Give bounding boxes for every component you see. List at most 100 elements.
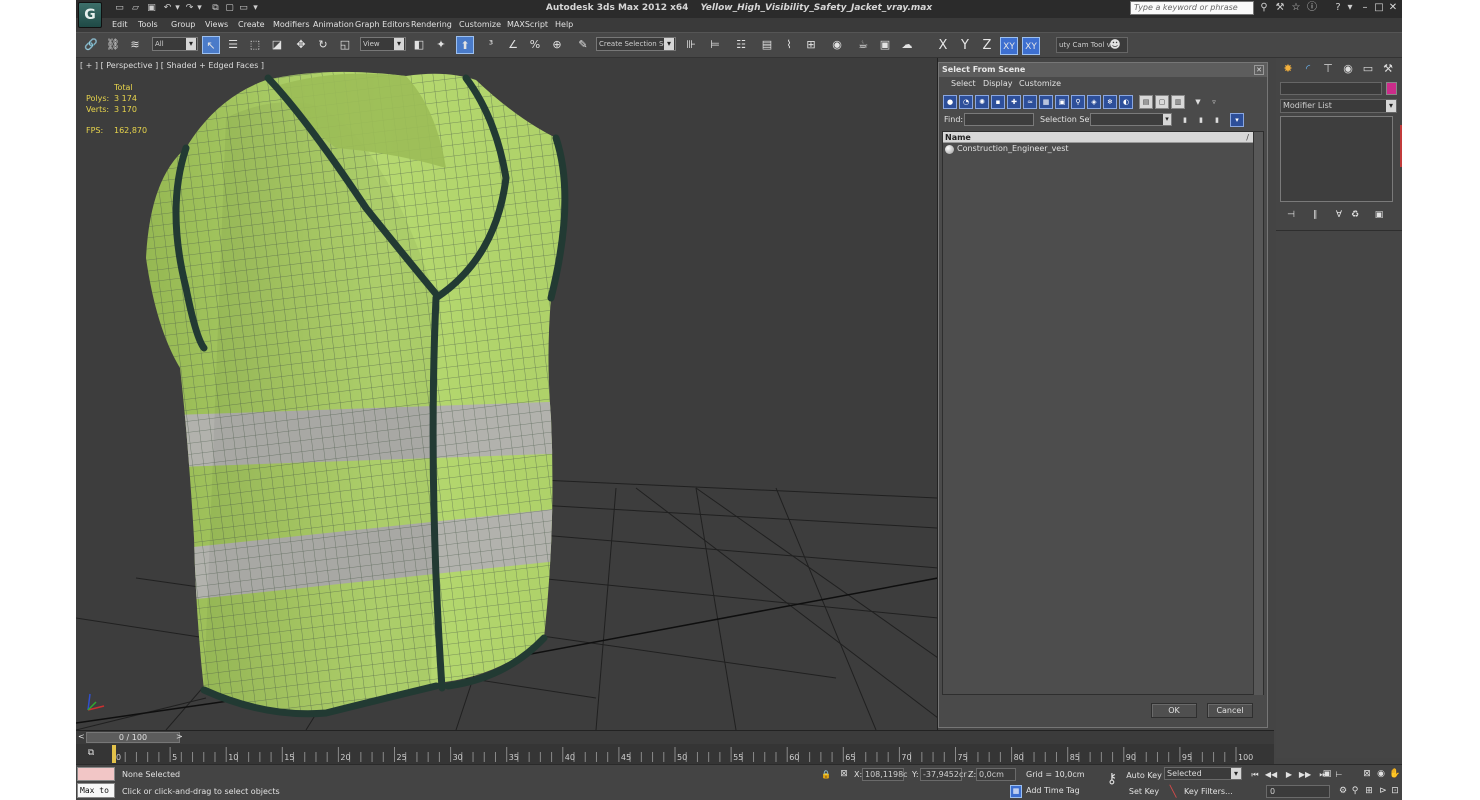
viewport-label[interactable]: [ + ] [ Perspective ] [ Shaded + Edged F…	[80, 61, 264, 70]
axis-xy-cycle-button[interactable]: XY	[1022, 37, 1040, 55]
filter-cameras-icon[interactable]: ▪	[991, 95, 1005, 109]
z-coordinate-field[interactable]: 0,0cm	[976, 768, 1016, 781]
filter-options-icon[interactable]: ▿	[1207, 95, 1221, 109]
redo-dropdown-icon[interactable]: ▾	[194, 3, 205, 14]
minimize-button[interactable]: –	[1358, 2, 1372, 14]
zoom-all-icon[interactable]: ⊞	[1362, 785, 1376, 798]
filter-funnel-icon[interactable]: ▼	[1191, 95, 1205, 109]
ok-button[interactable]: OK	[1151, 703, 1197, 718]
menu-edit[interactable]: Edit	[112, 19, 128, 30]
key-mode-toggle-icon[interactable]: ⊢	[1332, 768, 1346, 781]
make-unique-icon[interactable]: ∀	[1332, 208, 1346, 222]
filter-containers-icon[interactable]: ◈	[1087, 95, 1101, 109]
app-logo-button[interactable]: G	[78, 2, 102, 28]
rendered-frame-window-icon[interactable]: ▣	[876, 36, 894, 54]
axis-z-button[interactable]: Z	[978, 37, 996, 55]
fetch-icon[interactable]: ▢	[224, 3, 235, 14]
menu-customize[interactable]: Customize	[459, 19, 501, 30]
filter-bones-icon[interactable]: ⚲	[1071, 95, 1085, 109]
select-all-icon[interactable]: ▤	[1139, 95, 1153, 109]
object-name-field[interactable]	[1280, 82, 1382, 95]
current-frame-field[interactable]: 0	[1266, 785, 1330, 798]
modifier-stack[interactable]	[1280, 116, 1393, 202]
configure-modifier-sets-icon[interactable]: ▣	[1372, 208, 1386, 222]
key-mode-dropdown[interactable]: Selected	[1164, 767, 1242, 780]
remove-modifier-icon[interactable]: ♻	[1348, 208, 1362, 222]
render-production-icon[interactable]: ☁	[898, 36, 916, 54]
track-bar[interactable]: ⧉ 0 5 10 15 20 25 30 35 40 45 50 55 60 65 70 75 80 85 90 95…	[76, 744, 1274, 764]
select-and-manipulate-icon[interactable]: ✦	[432, 36, 450, 54]
filter-frozen-icon[interactable]: ❄	[1103, 95, 1117, 109]
select-and-rotate-icon[interactable]: ↻	[314, 36, 332, 54]
previous-frame-icon[interactable]: ◀◀	[1264, 768, 1278, 781]
select-by-name-icon[interactable]: ☰	[224, 36, 242, 54]
maximize-button[interactable]: □	[1372, 2, 1386, 14]
graphite-toggle-icon[interactable]: ▤	[758, 36, 776, 54]
axis-y-button[interactable]: Y	[956, 37, 974, 55]
dialog-menu-customize[interactable]: Customize	[1019, 79, 1061, 88]
scene-object-list[interactable]: Name / Construction_Engineer_vest	[942, 131, 1264, 695]
filter-helpers-icon[interactable]: ✚	[1007, 95, 1021, 109]
hierarchy-tab-icon[interactable]: ⊤	[1320, 61, 1336, 77]
sel-set-highlight-icon[interactable]: ▮	[1210, 113, 1224, 127]
select-invert-icon[interactable]: ▥	[1171, 95, 1185, 109]
time-slider[interactable]: 0 / 100	[86, 732, 180, 743]
skull-tool-icon[interactable]: ☻	[1106, 36, 1124, 54]
help-icon[interactable]: ?	[1332, 2, 1344, 14]
hold-icon[interactable]: ⧉	[210, 3, 221, 14]
reference-coordinate-dropdown[interactable]: View	[360, 37, 406, 51]
select-and-link-icon[interactable]: 🔗	[82, 36, 100, 54]
dialog-menu-display[interactable]: Display	[983, 79, 1013, 88]
menu-modifiers[interactable]: Modifiers	[273, 19, 310, 30]
menu-rendering[interactable]: Rendering	[411, 19, 452, 30]
binoculars-icon[interactable]: ⚲	[1258, 2, 1270, 14]
filter-geometry-icon[interactable]: ●	[943, 95, 957, 109]
pan-icon[interactable]: ✋	[1388, 768, 1402, 781]
show-end-result-icon[interactable]: ∥	[1308, 208, 1322, 222]
select-and-move-icon[interactable]: ✥	[292, 36, 310, 54]
spinner-snap-icon[interactable]: ⊕	[548, 36, 566, 54]
y-coordinate-field[interactable]: -37,9452cr	[920, 768, 967, 781]
layer-manager-icon[interactable]: ☷	[732, 36, 750, 54]
axis-x-button[interactable]: X	[934, 37, 952, 55]
maximize-viewport-icon[interactable]: ⊡	[1388, 785, 1402, 798]
zoom-extents-icon[interactable]: ▣	[1320, 768, 1334, 781]
filter-hidden-icon[interactable]: ◐	[1119, 95, 1133, 109]
create-tab-icon[interactable]: ✸	[1280, 61, 1296, 77]
selection-filter-dropdown[interactable]: All	[152, 37, 198, 51]
quick-access-dropdown-icon[interactable]: ▾	[250, 3, 261, 14]
undo-dropdown-icon[interactable]: ▾	[172, 3, 183, 14]
menu-views[interactable]: Views	[205, 19, 228, 30]
help-search-input[interactable]: Type a keyword or phrase	[1130, 1, 1254, 15]
filter-spacewarps-icon[interactable]: ≈	[1023, 95, 1037, 109]
menu-graph-editors[interactable]: Graph Editors	[355, 19, 410, 30]
window-crossing-icon[interactable]: ◪	[268, 36, 286, 54]
column-name-header[interactable]: Name	[945, 133, 971, 142]
named-selection-dropdown[interactable]: Create Selection Set	[596, 37, 676, 51]
rectangular-selection-icon[interactable]: ⬚	[246, 36, 264, 54]
help-dropdown-icon[interactable]: ▾	[1344, 2, 1356, 14]
menu-group[interactable]: Group	[171, 19, 195, 30]
key-icon[interactable]: ⚷	[1102, 771, 1122, 787]
dialog-title-bar[interactable]: Select From Scene ✕	[939, 63, 1267, 77]
unlink-selection-icon[interactable]: ⛓	[104, 36, 122, 54]
key-filters-button[interactable]: Key Filters...	[1184, 785, 1242, 798]
set-key-button[interactable]: Set Key	[1126, 785, 1162, 798]
save-file-icon[interactable]: ▣	[146, 3, 157, 14]
modifier-list-dropdown[interactable]: Modifier List	[1280, 99, 1397, 113]
pivot-center-icon[interactable]: ◧	[410, 36, 428, 54]
maxscript-input[interactable]: Max to	[77, 783, 115, 798]
go-to-start-icon[interactable]: ⏮	[1248, 768, 1262, 781]
play-icon[interactable]: ▶	[1282, 768, 1296, 781]
sel-set-toggle-icon[interactable]: ▾	[1230, 113, 1244, 127]
select-object-icon[interactable]: ↖	[202, 36, 220, 54]
key-filter-icon[interactable]: ╲	[1166, 785, 1180, 798]
pin-stack-icon[interactable]: ⊣	[1284, 208, 1298, 222]
object-color-swatch[interactable]	[1386, 82, 1397, 95]
time-tag-icon[interactable]: ▦	[1010, 785, 1022, 798]
close-window-button[interactable]: ✕	[1386, 2, 1400, 14]
snaps-toggle-icon[interactable]: ³	[482, 36, 500, 54]
curve-editor-icon[interactable]: ⌇	[780, 36, 798, 54]
find-input[interactable]	[964, 113, 1034, 126]
filter-xrefs-icon[interactable]: ▣	[1055, 95, 1069, 109]
